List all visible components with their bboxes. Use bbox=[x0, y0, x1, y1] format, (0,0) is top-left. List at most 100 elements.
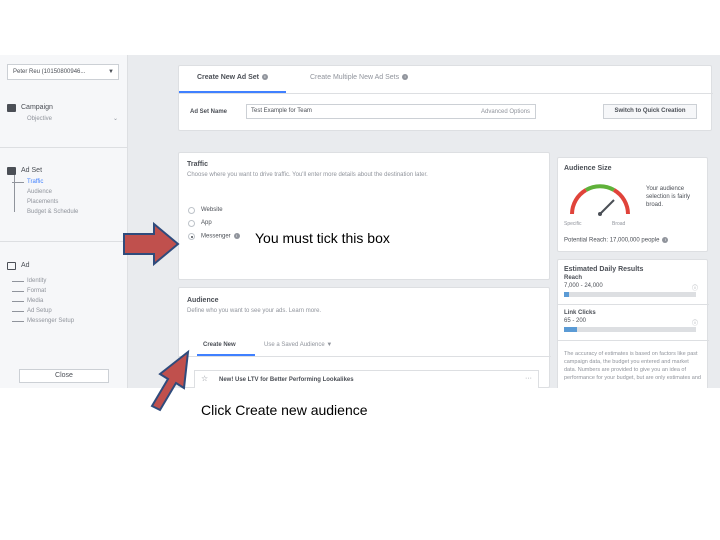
nav-item-label: Objective bbox=[27, 116, 53, 122]
tab-label: Create Multiple New Ad Sets bbox=[310, 74, 400, 81]
link-clicks-bar bbox=[564, 327, 696, 332]
nav-item-media[interactable]: Media bbox=[0, 296, 128, 306]
nav-item-objective[interactable]: Objective ⌄ bbox=[0, 114, 128, 124]
tab-label: Create New Ad Set bbox=[197, 74, 259, 81]
nav-item-audience[interactable]: Audience bbox=[0, 187, 128, 197]
nav-ad[interactable]: Ad bbox=[0, 260, 128, 272]
info-icon: ⓘ bbox=[692, 286, 699, 292]
more-options-icon[interactable]: ··· bbox=[525, 375, 532, 382]
tab-create-multiple-ad-sets[interactable]: Create Multiple New Ad Sets i bbox=[310, 72, 409, 84]
link-clicks-label: Link Clicks bbox=[564, 310, 596, 316]
daily-results-title: Estimated Daily Results bbox=[564, 266, 644, 273]
radio-app[interactable] bbox=[188, 220, 195, 227]
potential-reach: Potential Reach: 17,000,000 people i bbox=[564, 237, 669, 244]
nav-ad-set[interactable]: Ad Set bbox=[0, 165, 128, 177]
audience-gauge bbox=[570, 184, 630, 216]
arrow-shape bbox=[150, 349, 190, 412]
nav-ad-set-label: Ad Set bbox=[21, 167, 43, 174]
nav-item-label: Messenger Setup bbox=[27, 318, 75, 324]
lookalike-tip-text: New! Use LTV for Better Performing Looka… bbox=[219, 377, 354, 383]
ad-set-tabs-panel: Create New Ad Set i Create Multiple New A… bbox=[178, 65, 713, 131]
lookalike-tip-card[interactable]: ☆ New! Use LTV for Better Performing Loo… bbox=[194, 370, 539, 388]
link-clicks-value: 65 - 200 bbox=[564, 318, 587, 324]
radio-website[interactable] bbox=[188, 207, 195, 214]
link-clicks-bar-fill bbox=[564, 327, 578, 332]
audience-panel: Audience Define who you want to see your… bbox=[178, 287, 551, 388]
audience-description: Define who you want to see your ads. Lea… bbox=[187, 308, 322, 314]
divider bbox=[0, 147, 128, 148]
gauge-segment-broad bbox=[612, 188, 630, 215]
account-name: Peter Reu (10150800946... bbox=[13, 69, 86, 75]
nav-item-identity[interactable]: Identity bbox=[0, 276, 128, 286]
divider bbox=[179, 93, 713, 94]
divider bbox=[179, 356, 551, 357]
ad-set-icon bbox=[7, 167, 16, 175]
advanced-options-link[interactable]: Advanced Options bbox=[481, 109, 530, 115]
audience-size-description: Your audience selection is fairly broad. bbox=[646, 186, 691, 208]
estimated-daily-results-panel: Estimated Daily Results Reach 7,000 - 24… bbox=[557, 259, 709, 388]
nav-campaign[interactable]: Campaign bbox=[0, 102, 128, 114]
tab-create-new-ad-set[interactable]: Create New Ad Set i bbox=[197, 72, 268, 84]
traffic-title: Traffic bbox=[187, 161, 209, 168]
reach-result-bar bbox=[564, 292, 696, 297]
arrow-shape bbox=[123, 221, 180, 267]
left-navigation: Peter Reu (10150800946... ▼ Campaign Obj… bbox=[0, 55, 128, 388]
tab-create-new-audience[interactable]: Create New bbox=[203, 340, 236, 350]
estimate-accuracy-note: The accuracy of estimates is based on fa… bbox=[564, 351, 701, 381]
traffic-description: Choose where you want to drive traffic. … bbox=[187, 172, 428, 178]
reach-result-bar-fill bbox=[564, 292, 570, 297]
audience-size-panel: Audience Size Specific Broad Your audien… bbox=[557, 157, 708, 252]
nav-item-label: Budget & Schedule bbox=[27, 209, 79, 215]
traffic-panel: Traffic Choose where you want to drive t… bbox=[178, 152, 550, 280]
nav-item-label: Media bbox=[27, 298, 44, 304]
campaign-icon bbox=[7, 104, 16, 112]
nav-ad-label: Ad bbox=[21, 262, 30, 269]
account-selector[interactable]: Peter Reu (10150800946... ▼ bbox=[7, 64, 119, 80]
info-icon: ⓘ bbox=[692, 321, 699, 327]
divider bbox=[0, 241, 128, 242]
annotation-tick-box: You must tick this box bbox=[255, 230, 390, 246]
info-icon: i bbox=[402, 74, 409, 81]
messenger-label-text: Messenger bbox=[201, 233, 231, 240]
tree-dash bbox=[12, 291, 24, 292]
nav-item-budget-schedule[interactable]: Budget & Schedule bbox=[0, 207, 128, 217]
switch-to-quick-creation-button[interactable]: Switch to Quick Creation bbox=[603, 104, 697, 119]
nav-section-ad: Ad Identity Format Media Ad Setup Messen… bbox=[0, 260, 128, 326]
info-icon: i bbox=[233, 233, 240, 239]
nav-item-placements[interactable]: Placements bbox=[0, 197, 128, 207]
gauge-segment-narrow bbox=[570, 188, 588, 215]
saved-audience-label: Use a Saved Audience bbox=[264, 342, 325, 348]
info-icon: i bbox=[261, 74, 268, 81]
gauge-broad-label: Broad bbox=[612, 221, 626, 227]
nav-item-label: Audience bbox=[27, 189, 53, 195]
nav-item-ad-setup[interactable]: Ad Setup bbox=[0, 306, 128, 316]
divider bbox=[558, 304, 709, 305]
nav-item-label: Format bbox=[27, 288, 47, 294]
nav-item-messenger-setup[interactable]: Messenger Setup bbox=[0, 316, 128, 326]
nav-item-format[interactable]: Format bbox=[0, 286, 128, 296]
tab-use-saved-audience[interactable]: Use a Saved Audience ▼ bbox=[264, 340, 332, 350]
nav-item-label: Traffic bbox=[27, 179, 44, 185]
gauge-segment-good bbox=[585, 184, 615, 192]
gauge-needle bbox=[599, 199, 615, 215]
nav-item-traffic[interactable]: Traffic bbox=[0, 177, 128, 187]
annotation-arrow-up-right bbox=[150, 349, 190, 412]
reach-value: 17,000,000 people bbox=[609, 237, 660, 244]
chevron-down-icon: ⌄ bbox=[112, 116, 118, 122]
nav-item-label: Ad Setup bbox=[27, 308, 52, 314]
info-icon: i bbox=[662, 237, 669, 243]
caret-down-icon: ▼ bbox=[108, 69, 114, 75]
radio-messenger-label: Messenger i bbox=[201, 233, 240, 240]
nav-item-label: Identity bbox=[27, 278, 47, 284]
annotation-create-audience: Click Create new audience bbox=[201, 402, 368, 418]
star-icon: ☆ bbox=[201, 374, 209, 383]
close-button[interactable]: Close bbox=[19, 369, 109, 383]
tree-dash bbox=[12, 321, 24, 322]
tree-dash bbox=[12, 281, 24, 282]
radio-app-label: App bbox=[201, 220, 212, 226]
ad-icon bbox=[7, 262, 16, 270]
audience-size-title: Audience Size bbox=[564, 165, 612, 172]
tree-dash bbox=[12, 301, 24, 302]
reach-label: Potential Reach: bbox=[564, 237, 609, 244]
radio-messenger[interactable] bbox=[188, 233, 195, 240]
